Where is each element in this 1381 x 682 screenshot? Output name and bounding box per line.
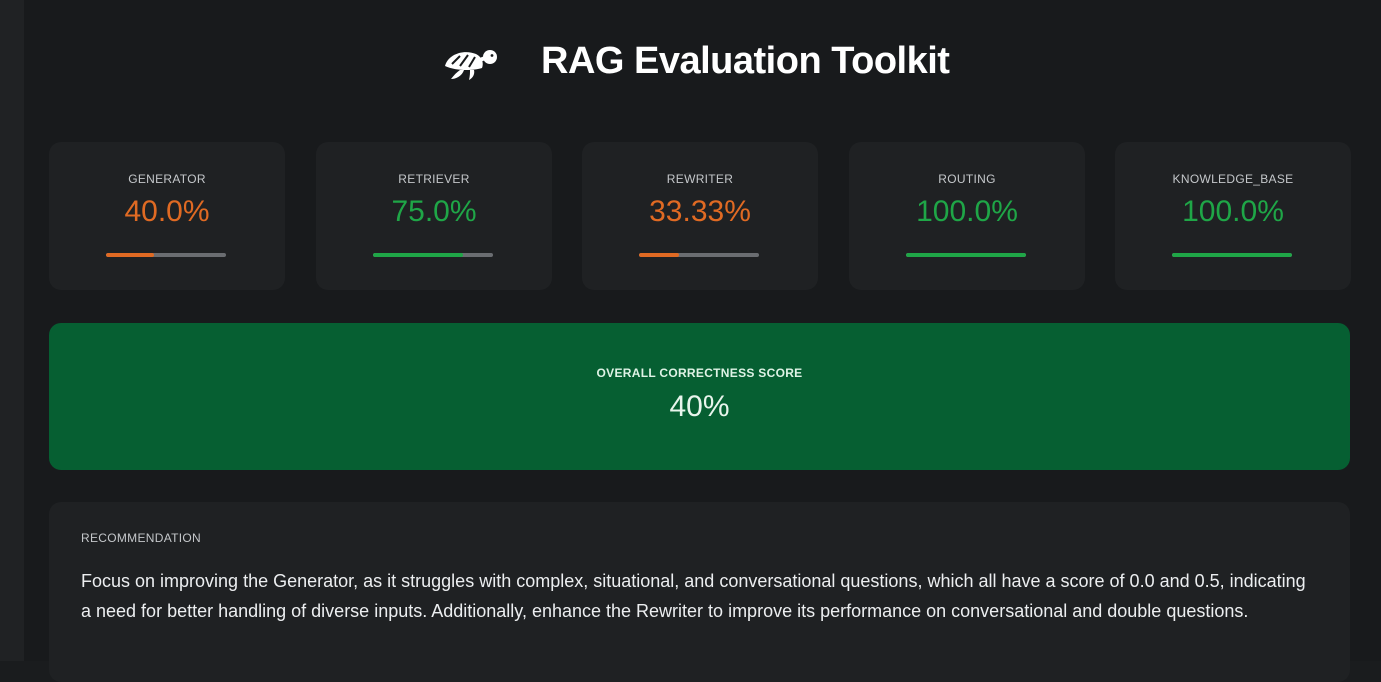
metric-value: 75.0%: [391, 195, 477, 228]
metric-value: 40.0%: [124, 195, 210, 228]
metric-progress-bar: [639, 253, 759, 257]
metric-progress-fill: [1172, 253, 1292, 257]
metric-label: REWRITER: [666, 172, 734, 186]
overall-score-value: 40%: [669, 390, 730, 423]
metric-card-generator: GENERATOR 40.0%: [49, 142, 285, 290]
recommendation-panel: RECOMMENDATION Focus on improving the Ge…: [49, 502, 1350, 682]
metric-card-knowledge-base: KNOWLEDGE_BASE 100.0%: [1115, 142, 1351, 290]
left-sidebar-strip: [0, 0, 24, 661]
metric-progress-fill: [106, 253, 154, 257]
metric-cards: GENERATOR 40.0% RETRIEVER 75.0% REWRITER…: [24, 142, 1381, 292]
metric-progress-bar: [906, 253, 1026, 257]
page-header: RAG Evaluation Toolkit: [24, 36, 1381, 92]
metric-label: GENERATOR: [128, 172, 206, 186]
metric-progress-bar: [106, 253, 226, 257]
metric-card-rewriter: REWRITER 33.33%: [582, 142, 818, 290]
metric-label: KNOWLEDGE_BASE: [1172, 172, 1294, 186]
recommendation-text: Focus on improving the Generator, as it …: [81, 571, 1306, 621]
metric-label: RETRIEVER: [398, 172, 470, 186]
page-title: RAG Evaluation Toolkit: [541, 40, 950, 82]
metric-progress-fill: [373, 253, 463, 257]
metric-progress-bar: [373, 253, 493, 257]
main-content: RAG Evaluation Toolkit GENERATOR 40.0% R…: [24, 0, 1381, 682]
metric-card-retriever: RETRIEVER 75.0%: [316, 142, 552, 290]
turtle-icon: [442, 44, 502, 84]
recommendation-label: RECOMMENDATION: [81, 531, 201, 545]
overall-score-panel: OVERALL CORRECTNESS SCORE 40%: [49, 323, 1350, 470]
metric-card-routing: ROUTING 100.0%: [849, 142, 1085, 290]
metric-progress-fill: [906, 253, 1026, 257]
metric-value: 100.0%: [1182, 195, 1284, 228]
metric-value: 33.33%: [649, 195, 751, 228]
overall-score-label: OVERALL CORRECTNESS SCORE: [596, 366, 803, 380]
metric-value: 100.0%: [916, 195, 1018, 228]
metric-progress-fill: [639, 253, 679, 257]
metric-label: ROUTING: [938, 172, 996, 186]
metric-progress-bar: [1172, 253, 1292, 257]
